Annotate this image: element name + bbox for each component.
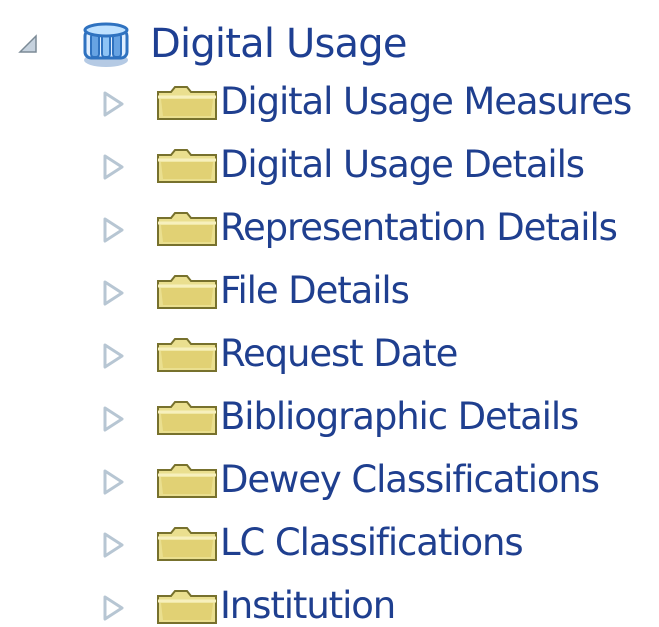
tree-children: Digital Usage Measures Digital Usage Det…: [0, 72, 659, 627]
folder-icon: [157, 464, 217, 498]
tree-item-label[interactable]: Dewey Classifications: [220, 456, 600, 504]
tree-item-institution[interactable]: Institution: [0, 576, 659, 627]
folder-icon: [157, 275, 217, 309]
folder-icon: [157, 338, 217, 372]
tree-root-label[interactable]: Digital Usage: [150, 18, 407, 70]
tree-item-lc-classifications[interactable]: LC Classifications: [0, 513, 659, 576]
folder-icon: [157, 590, 217, 624]
tree-root-digital-usage[interactable]: Digital Usage: [0, 12, 659, 72]
expand-arrow-icon[interactable]: [100, 530, 128, 560]
tree-item-request-date[interactable]: Request Date: [0, 324, 659, 387]
tree-item-label[interactable]: Digital Usage Details: [220, 141, 585, 189]
tree-item-label[interactable]: Request Date: [220, 330, 458, 378]
expand-arrow-icon[interactable]: [100, 341, 128, 371]
tree-item-digital-usage-details[interactable]: Digital Usage Details: [0, 135, 659, 198]
folder-icon: [157, 149, 217, 183]
expand-arrow-icon[interactable]: [100, 89, 128, 119]
expand-arrow-icon[interactable]: [100, 152, 128, 182]
tree-item-label[interactable]: Representation Details: [220, 204, 618, 252]
tree-item-label[interactable]: Institution: [220, 582, 396, 627]
expand-arrow-icon[interactable]: [100, 593, 128, 623]
tree-item-label[interactable]: Digital Usage Measures: [220, 78, 632, 126]
collapse-arrow-icon[interactable]: [18, 34, 40, 56]
expand-arrow-icon[interactable]: [100, 467, 128, 497]
subject-area-tree: Digital Usage Digital Usage Measures Dig…: [0, 0, 659, 627]
folder-icon: [157, 527, 217, 561]
cube-icon: [83, 22, 129, 67]
tree-item-label[interactable]: Bibliographic Details: [220, 393, 579, 441]
tree-item-file-details[interactable]: File Details: [0, 261, 659, 324]
tree-item-digital-usage-measures[interactable]: Digital Usage Measures: [0, 72, 659, 135]
folder-icon: [157, 86, 217, 120]
tree-item-label[interactable]: LC Classifications: [220, 519, 524, 567]
folder-icon: [157, 212, 217, 246]
tree-item-label[interactable]: File Details: [220, 267, 410, 315]
expand-arrow-icon[interactable]: [100, 404, 128, 434]
expand-arrow-icon[interactable]: [100, 278, 128, 308]
tree-item-dewey-classifications[interactable]: Dewey Classifications: [0, 450, 659, 513]
expand-arrow-icon[interactable]: [100, 215, 128, 245]
folder-icon: [157, 401, 217, 435]
tree-item-bibliographic-details[interactable]: Bibliographic Details: [0, 387, 659, 450]
tree-item-representation-details[interactable]: Representation Details: [0, 198, 659, 261]
